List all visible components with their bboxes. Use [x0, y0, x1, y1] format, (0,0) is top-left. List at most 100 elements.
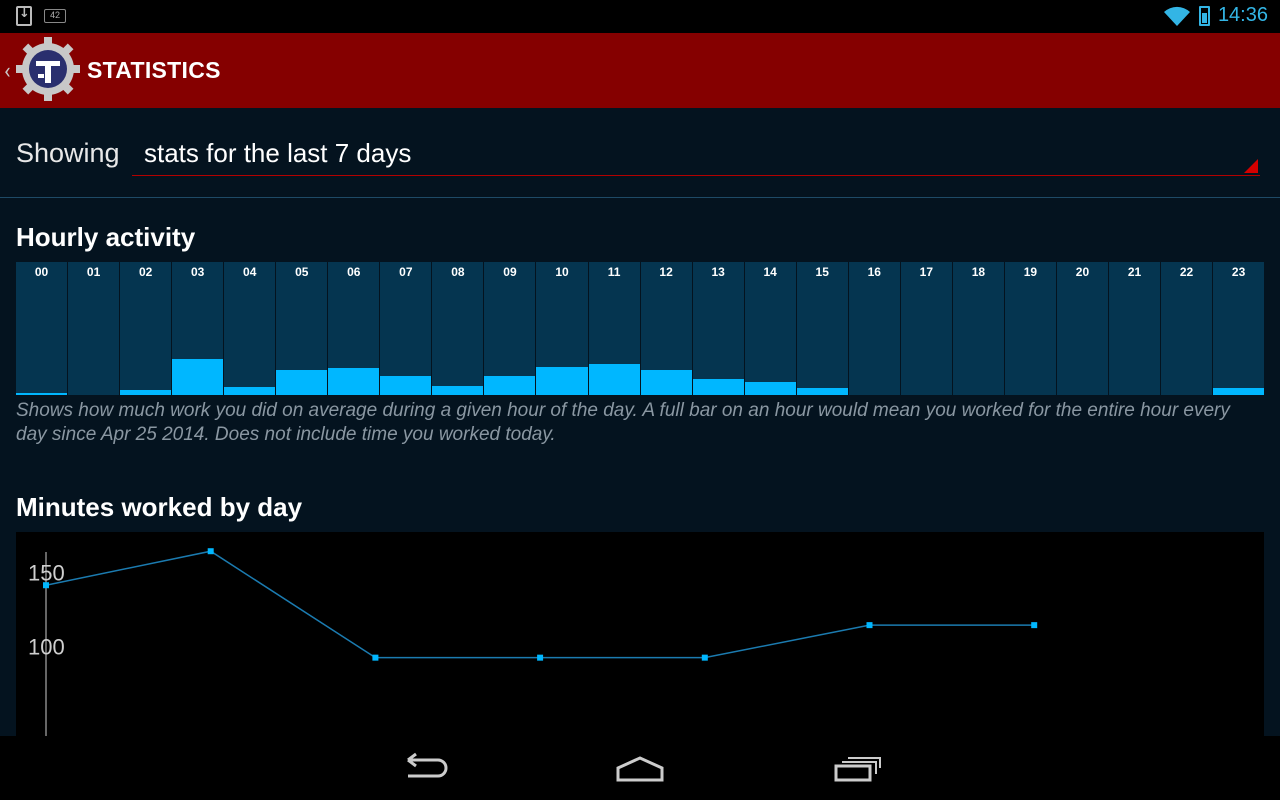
- data-point: [1031, 622, 1038, 629]
- hour-bar-15: 15: [796, 262, 849, 395]
- hour-fill: [640, 369, 692, 395]
- hour-label: 22: [1179, 265, 1194, 279]
- period-spinner[interactable]: stats for the last 7 days: [132, 130, 1260, 176]
- hour-bar-18: 18: [952, 262, 1005, 395]
- hour-bar-05: 05: [276, 262, 329, 395]
- app-gear-logo-icon[interactable]: [16, 37, 80, 101]
- hour-bar-04: 04: [224, 262, 277, 395]
- hour-label: 20: [1075, 265, 1090, 279]
- y-tick-label: 100: [28, 634, 65, 659]
- hour-bar-10: 10: [536, 262, 589, 395]
- hour-fill: [484, 376, 536, 395]
- hourly-activity-chart: 00 01 02 03 04 05 06 07 08 09 10 11 12 13 14 15 16 17 18 19…: [16, 262, 1265, 395]
- hour-fill: [692, 379, 744, 395]
- hour-fill: [536, 367, 588, 395]
- hour-bar-17: 17: [900, 262, 953, 395]
- content-area: Showing stats for the last 7 days Hourly…: [0, 108, 1280, 736]
- status-bar-right: 14:36: [1163, 4, 1268, 27]
- hour-label: 15: [815, 265, 829, 279]
- hour-bar-08: 08: [432, 262, 485, 395]
- hour-label: 16: [867, 265, 881, 279]
- spinner-arrow-icon: [1244, 159, 1258, 173]
- hour-bar-19: 19: [1004, 262, 1057, 395]
- hourly-activity-note: Shows how much work you did on average d…: [16, 400, 1230, 445]
- hour-label: 19: [1023, 265, 1038, 279]
- hour-label: 03: [190, 265, 205, 279]
- status-bar-left: 42: [16, 6, 66, 26]
- hour-fill: [588, 364, 640, 395]
- badge-text: 42: [49, 11, 61, 21]
- hour-label: 23: [1231, 265, 1246, 279]
- hour-label: 09: [503, 265, 517, 279]
- hour-fill: [120, 389, 172, 395]
- hour-bar-22: 22: [1161, 262, 1214, 395]
- hour-bar-20: 20: [1056, 262, 1109, 395]
- hour-label: 12: [659, 265, 673, 279]
- minutes-by-day-plot: 100 150: [28, 548, 1038, 736]
- status-time: 14:36: [1217, 4, 1268, 26]
- hour-bar-14: 14: [744, 262, 797, 395]
- period-spinner-value: stats for the last 7 days: [144, 138, 412, 168]
- hour-fill: [16, 393, 68, 395]
- hour-fill: [432, 385, 484, 395]
- hour-fill: [328, 368, 380, 395]
- notification-badge-icon: 42: [44, 9, 66, 23]
- hour-label: 11: [607, 265, 621, 279]
- hour-bar-21: 21: [1108, 262, 1162, 395]
- hour-label: 13: [711, 265, 725, 279]
- filter-row: Showing stats for the last 7 days: [0, 108, 1280, 198]
- hour-bar-07: 07: [380, 262, 433, 395]
- action-bar: ‹ STATISTICS: [0, 33, 1280, 108]
- series-line: [45, 550, 1035, 659]
- data-point: [701, 654, 708, 661]
- hour-bar-02: 02: [120, 262, 173, 395]
- hour-bar-11: 11: [588, 262, 641, 395]
- hour-label: 08: [451, 265, 465, 279]
- hour-label: 10: [555, 265, 569, 279]
- hour-label: 02: [138, 265, 153, 279]
- hour-fill: [744, 381, 796, 395]
- data-point: [207, 548, 214, 555]
- hour-label: 06: [347, 265, 361, 279]
- page-title: STATISTICS: [87, 57, 221, 83]
- hour-bar-01: 01: [68, 262, 121, 395]
- hour-label: 04: [243, 265, 257, 279]
- hour-bar-00: 00: [16, 262, 69, 395]
- hour-bar-06: 06: [328, 262, 381, 395]
- hour-bar-09: 09: [484, 262, 537, 395]
- hour-label: 07: [399, 265, 413, 279]
- hour-label: 01: [86, 265, 101, 279]
- back-icon[interactable]: [394, 750, 454, 786]
- minutes-by-day-chart: 100 150: [16, 532, 1264, 736]
- hour-fill: [224, 387, 276, 395]
- y-tick-label: 150: [28, 560, 65, 585]
- hour-bar-16: 16: [848, 262, 901, 395]
- data-point: [43, 582, 49, 589]
- hour-fill: [796, 388, 848, 395]
- section-divider: [0, 197, 1280, 198]
- hour-label: 18: [971, 265, 986, 279]
- minutes-by-day-title: Minutes worked by day: [16, 492, 303, 522]
- hour-bar-13: 13: [692, 262, 745, 395]
- hour-bar-03: 03: [172, 262, 225, 395]
- hour-label: 17: [919, 265, 933, 279]
- hour-fill: [1213, 388, 1265, 395]
- hour-label: 21: [1127, 265, 1142, 279]
- data-point: [537, 654, 544, 661]
- status-bar: 42 14:36: [0, 0, 1280, 33]
- hour-fill: [380, 376, 432, 395]
- navigation-bar: [0, 736, 1280, 800]
- hour-fill: [276, 369, 328, 395]
- filter-label: Showing: [16, 138, 120, 168]
- recent-apps-icon[interactable]: [826, 750, 886, 786]
- up-caret-icon[interactable]: ‹: [4, 59, 11, 84]
- hour-label: 14: [763, 265, 777, 279]
- home-icon[interactable]: [610, 750, 670, 786]
- hour-label: 00: [34, 265, 49, 279]
- wifi-icon: [1163, 6, 1190, 26]
- hour-bar-23: 23: [1213, 262, 1265, 395]
- download-icon: [16, 6, 32, 26]
- hour-label: 05: [295, 265, 309, 279]
- hourly-activity-title: Hourly activity: [16, 222, 196, 252]
- data-point: [866, 622, 873, 629]
